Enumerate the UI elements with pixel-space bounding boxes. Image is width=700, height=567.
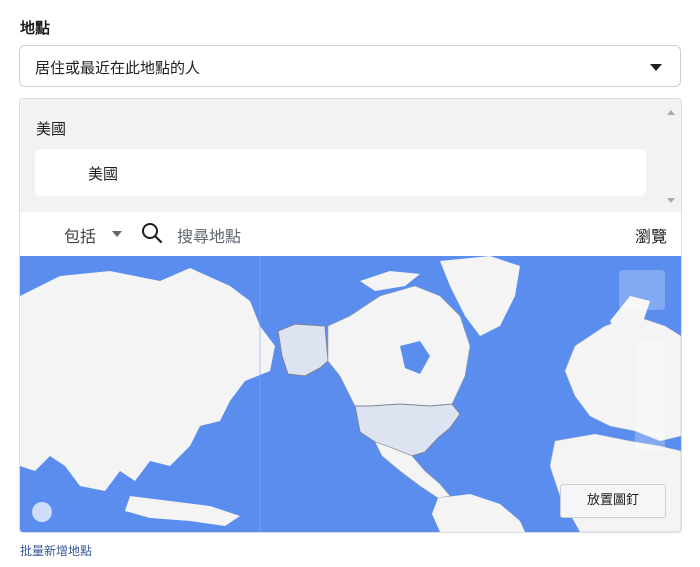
- bulk-add-locations-link[interactable]: 批量新增地點: [20, 542, 92, 559]
- audience-type-dropdown[interactable]: 居住或最近在此地點的人: [19, 45, 681, 87]
- search-icon: [142, 223, 163, 244]
- browse-button[interactable]: 瀏覽: [635, 223, 667, 247]
- selected-location-item[interactable]: 美國: [35, 149, 646, 196]
- selected-locations-list[interactable]: 美國 美國: [20, 99, 681, 213]
- include-exclude-selector[interactable]: 包括: [64, 223, 96, 247]
- location-search-row: 包括 搜尋地點 瀏覽: [20, 212, 681, 256]
- location-search-input[interactable]: 搜尋地點: [177, 223, 241, 247]
- drop-pin-button[interactable]: 放置圖釘: [560, 484, 666, 518]
- location-targeting-box: 美國 美國 包括 搜尋地點 瀏覽 放置圖釘: [19, 98, 682, 533]
- locations-label: 地點: [20, 19, 51, 37]
- caret-down-icon: [650, 64, 662, 71]
- zoom-control-side[interactable]: [635, 342, 665, 452]
- zoom-control-top[interactable]: [619, 270, 665, 310]
- location-map[interactable]: 放置圖釘: [20, 256, 681, 532]
- map-handle-icon[interactable]: [32, 502, 52, 522]
- country-group-header: 美國: [36, 120, 67, 138]
- include-caret-icon[interactable]: [112, 231, 122, 237]
- scroll-down-arrow-icon[interactable]: [667, 198, 675, 203]
- scroll-up-arrow-icon[interactable]: [667, 110, 675, 115]
- audience-type-value: 居住或最近在此地點的人: [35, 59, 201, 77]
- selected-location-label: 美國: [88, 165, 119, 183]
